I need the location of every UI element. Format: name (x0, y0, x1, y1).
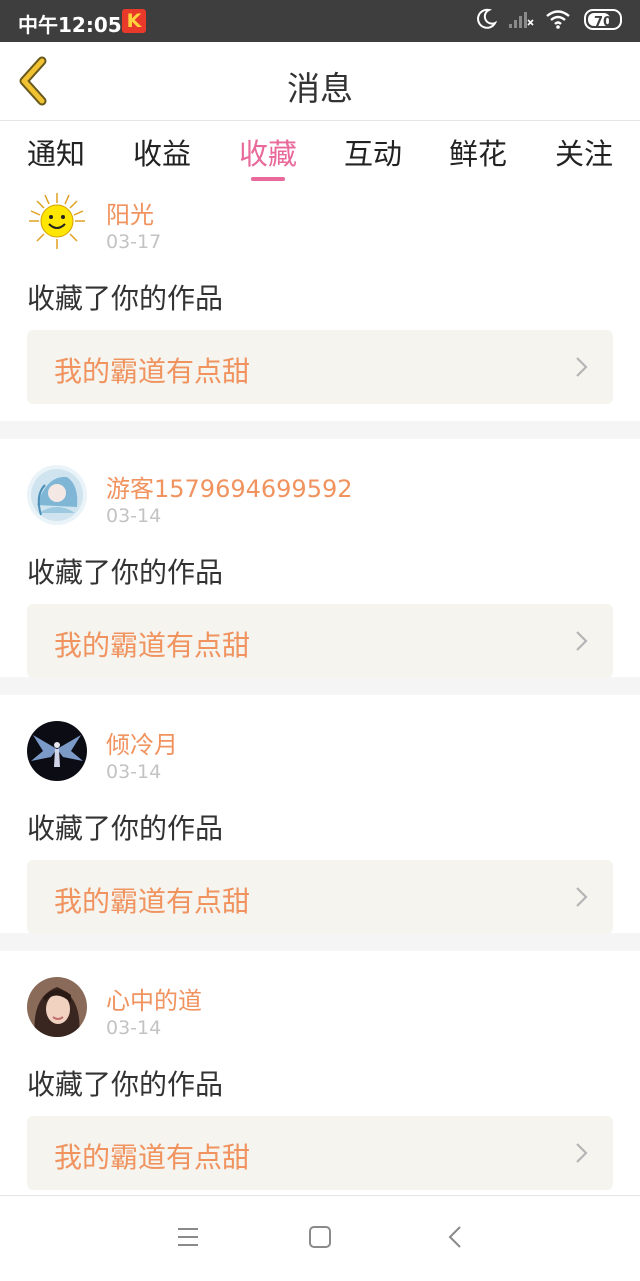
signal-icon (508, 12, 534, 28)
message-list: 阳光 03-17 收藏了你的作品 我的霸道有点甜 游客1579694699592… (0, 183, 640, 1190)
status-bar: 中午12:05 K 70 (0, 0, 640, 42)
work-link[interactable]: 我的霸道有点甜 (27, 1116, 613, 1190)
anime-girl-avatar[interactable] (27, 465, 87, 525)
work-title: 我的霸道有点甜 (54, 629, 251, 662)
card-divider (0, 677, 640, 695)
action-text: 收藏了你的作品 (27, 282, 224, 315)
tab-flowers[interactable]: 鲜花 (425, 131, 531, 173)
tab-interactions[interactable]: 互动 (320, 131, 426, 173)
back-icon[interactable] (444, 1224, 468, 1250)
tab-follows[interactable]: 关注 (531, 131, 637, 173)
tab-notifications[interactable]: 通知 (3, 131, 109, 173)
battery-level: 70 (593, 14, 613, 30)
active-tab-indicator (251, 177, 285, 181)
work-title: 我的霸道有点甜 (54, 355, 251, 388)
message-date: 03-17 (106, 231, 162, 253)
chevron-right-icon (576, 887, 588, 907)
message-card: 心中的道 03-14 收藏了你的作品 我的霸道有点甜 (0, 951, 640, 1190)
message-date: 03-14 (106, 1017, 162, 1039)
work-title: 我的霸道有点甜 (54, 885, 251, 918)
header: 消息 (0, 42, 640, 121)
chevron-right-icon (576, 1143, 588, 1163)
work-title: 我的霸道有点甜 (54, 1141, 251, 1174)
action-text: 收藏了你的作品 (27, 812, 224, 845)
message-card: 游客1579694699592 03-14 收藏了你的作品 我的霸道有点甜 (0, 439, 640, 678)
message-card: 倾冷月 03-14 收藏了你的作品 我的霸道有点甜 (0, 695, 640, 934)
angel-wings-avatar[interactable] (27, 721, 87, 781)
message-card: 阳光 03-17 收藏了你的作品 我的霸道有点甜 (0, 183, 640, 421)
username[interactable]: 倾冷月 (106, 725, 178, 760)
work-link[interactable]: 我的霸道有点甜 (27, 604, 613, 678)
battery-icon: 70 (584, 8, 622, 30)
sun-avatar[interactable] (27, 191, 87, 251)
chevron-right-icon (576, 357, 588, 377)
status-icons: 70 (469, 8, 622, 34)
work-link[interactable]: 我的霸道有点甜 (27, 860, 613, 934)
username[interactable]: 心中的道 (106, 981, 202, 1016)
system-nav-bar (0, 1195, 640, 1281)
wifi-icon (546, 10, 570, 29)
card-divider (0, 421, 640, 439)
action-text: 收藏了你的作品 (27, 556, 224, 589)
action-text: 收藏了你的作品 (27, 1068, 224, 1101)
portrait-avatar[interactable] (27, 977, 87, 1037)
status-time: 中午12:05 (18, 13, 122, 37)
chevron-right-icon (576, 631, 588, 651)
card-divider (0, 933, 640, 951)
work-link[interactable]: 我的霸道有点甜 (27, 330, 613, 404)
home-icon[interactable] (308, 1224, 332, 1250)
message-date: 03-14 (106, 761, 162, 783)
menu-icon[interactable] (176, 1224, 200, 1250)
tab-favorites[interactable]: 收藏 (215, 131, 321, 173)
username[interactable]: 阳光 (106, 195, 154, 230)
tab-earnings[interactable]: 收益 (109, 131, 215, 173)
page-title: 消息 (287, 69, 353, 108)
app-notification-icon: K (122, 9, 146, 33)
moon-icon (476, 8, 497, 29)
message-date: 03-14 (106, 505, 162, 527)
username[interactable]: 游客1579694699592 (106, 469, 353, 504)
tab-bar: 通知 收益 收藏 互动 鲜花 关注 (0, 121, 640, 183)
